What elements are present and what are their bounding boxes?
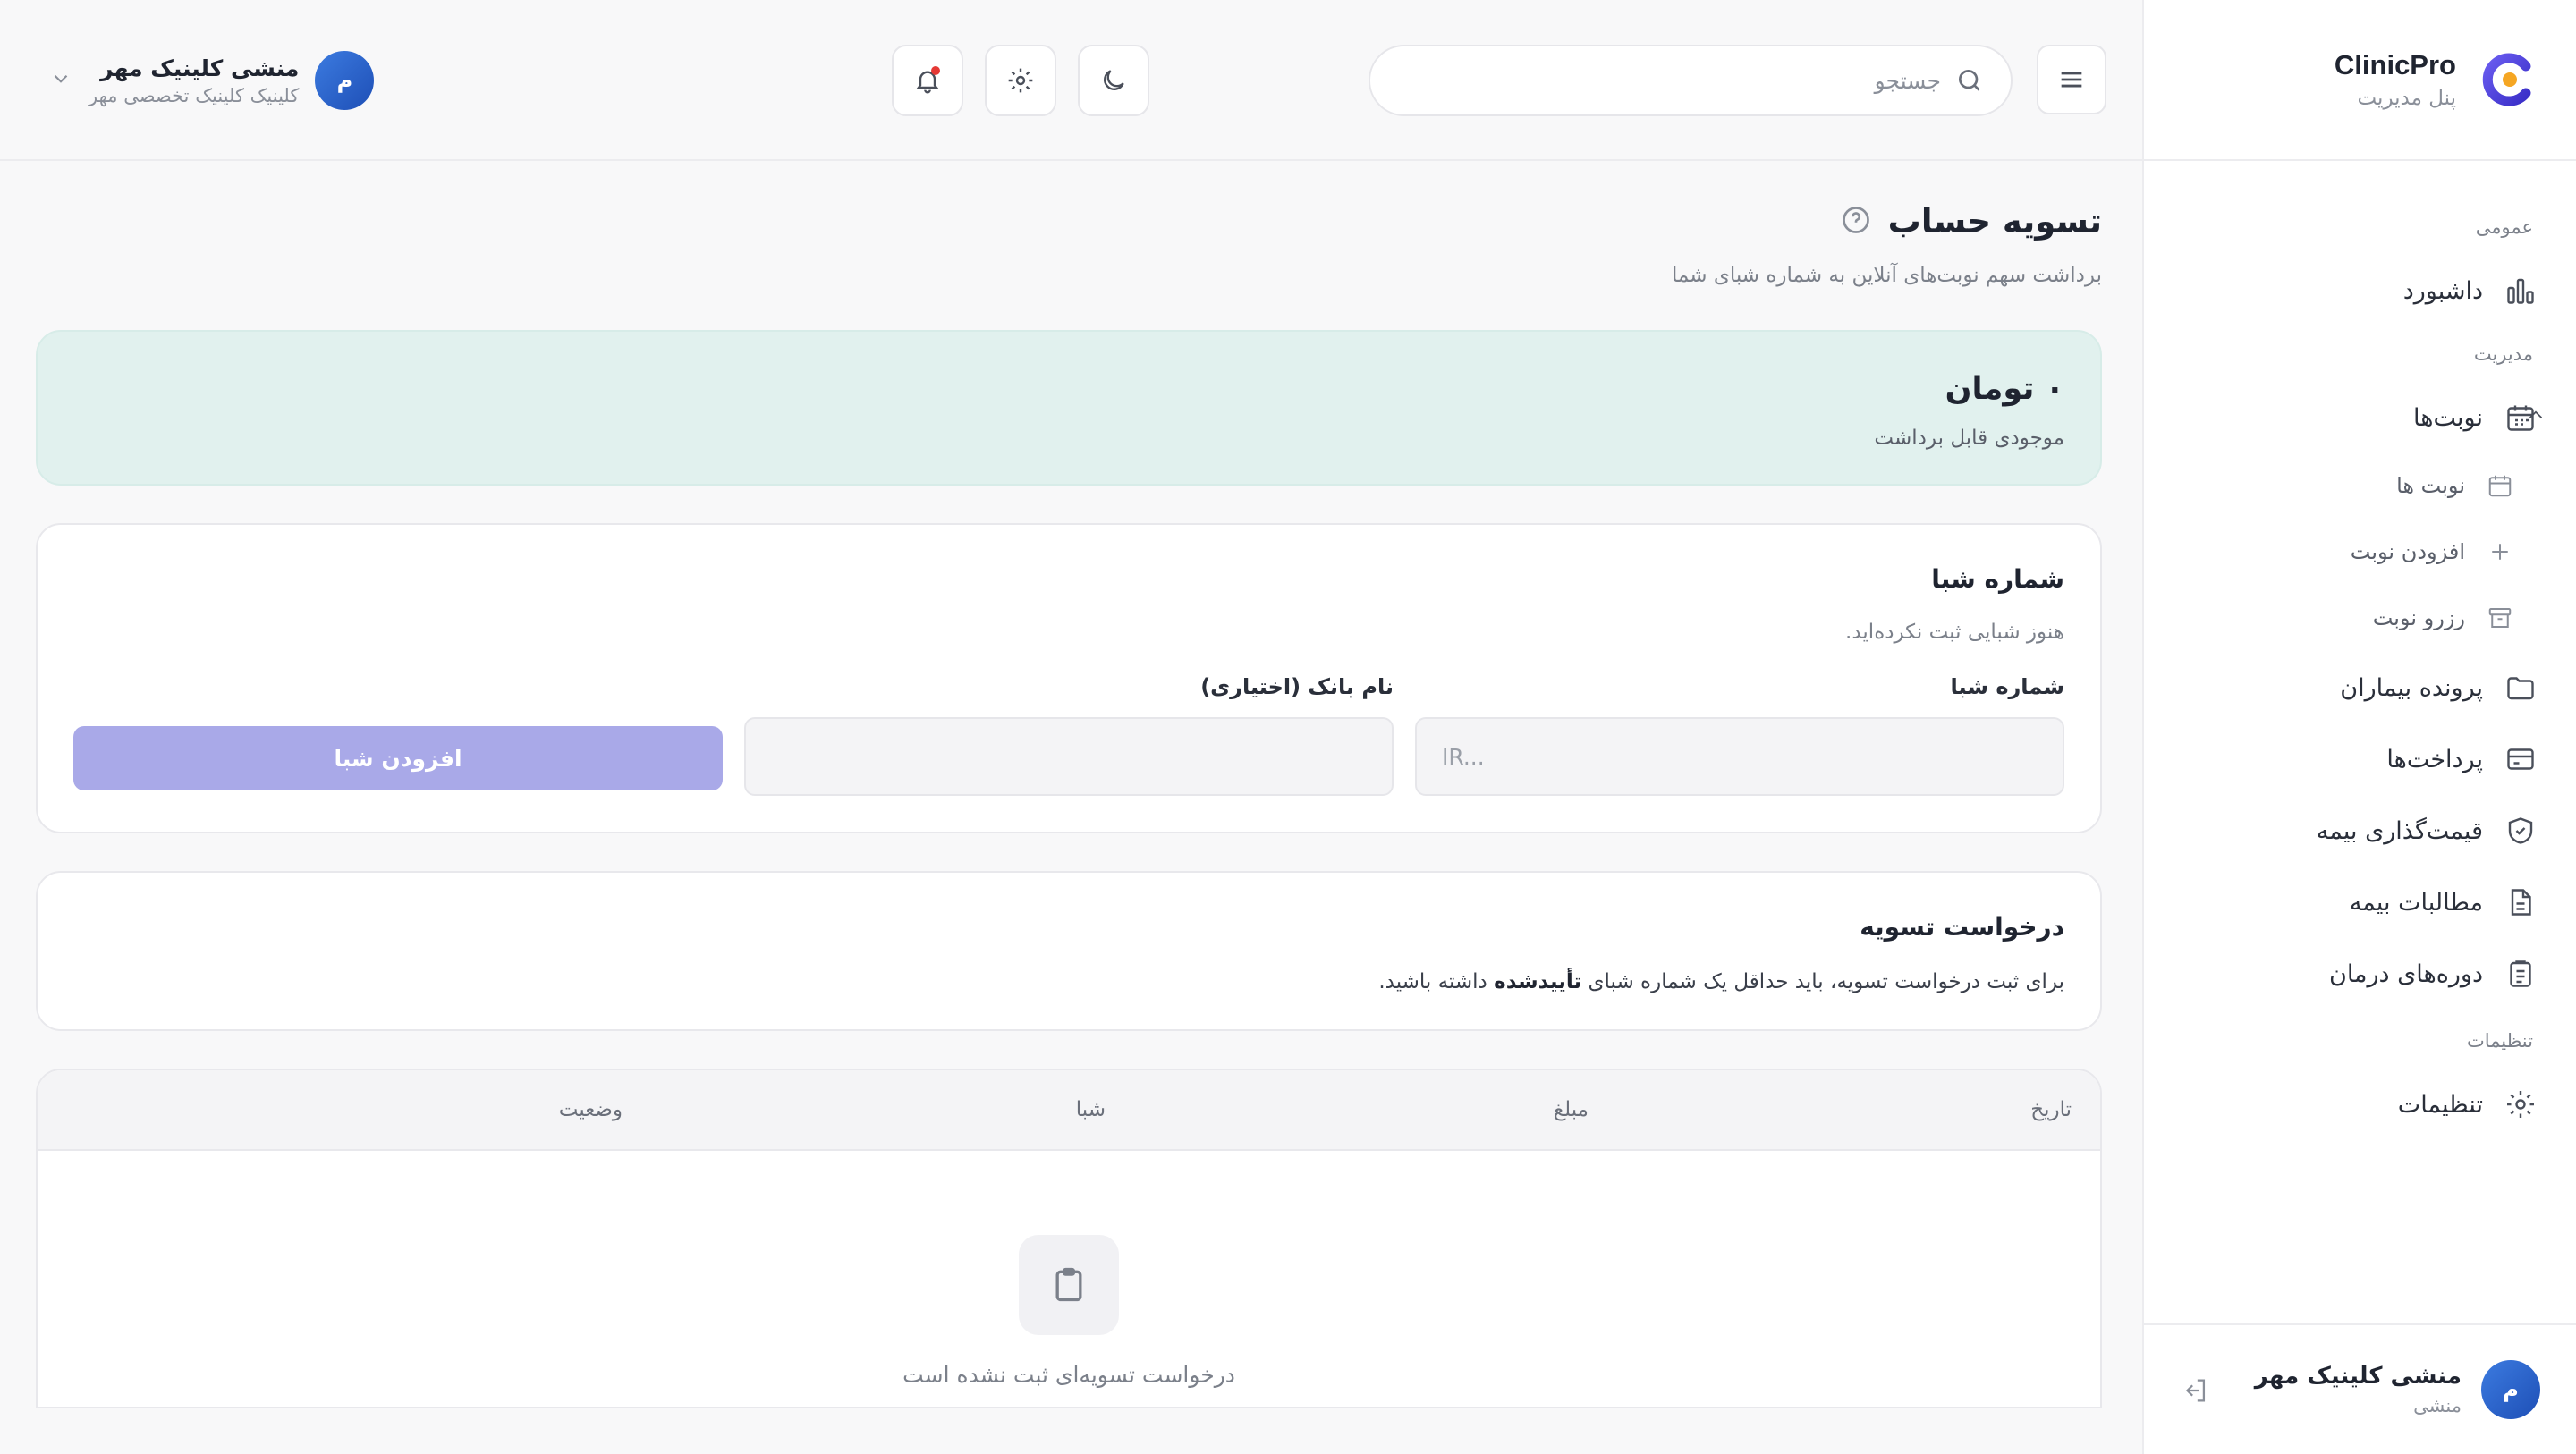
calendar-icon bbox=[2488, 475, 2512, 497]
settlement-request-card: درخواست تسویه برای ثبت درخواست تسویه، با… bbox=[36, 871, 2102, 1031]
avatar[interactable]: م bbox=[2481, 1360, 2540, 1419]
text-part: داشته باشید. bbox=[1378, 970, 1487, 993]
balance-amount: ۰ تومان bbox=[1945, 371, 2064, 407]
credit-card-icon bbox=[2507, 748, 2534, 770]
logout-icon[interactable] bbox=[2180, 1375, 2210, 1406]
page-title: تسویه حساب bbox=[1887, 202, 2102, 241]
sheba-card-title: شماره شبا bbox=[1931, 564, 2064, 594]
sidebar-item-appointments[interactable]: نوبت‌ها bbox=[2144, 392, 2576, 444]
plus-icon bbox=[2492, 544, 2508, 560]
add-sheba-button[interactable]: افزودن شبا bbox=[73, 726, 723, 790]
chevron-up-icon[interactable] bbox=[2524, 403, 2547, 433]
main-content: تسویه حساب برداشت سهم نوبت‌های آنلاین به… bbox=[36, 163, 2102, 1408]
balance-card: ۰ تومان موجودی قابل برداشت bbox=[36, 330, 2102, 486]
sidebar-item-insurance-claims[interactable]: مطالبات بیمه bbox=[2144, 876, 2576, 928]
sidebar-user-role: منشی bbox=[2413, 1395, 2462, 1416]
settings-button[interactable] bbox=[985, 45, 1056, 116]
avatar: م bbox=[315, 51, 375, 110]
gear-icon bbox=[2507, 1091, 2534, 1118]
sidebar-subitem-appointments-list[interactable]: نوبت ها bbox=[2144, 463, 2576, 508]
brand[interactable]: ClinicPro پنل مدیریت bbox=[2144, 0, 2576, 161]
clipboard-icon bbox=[1055, 1267, 1082, 1302]
search-input[interactable] bbox=[1370, 67, 1941, 94]
document-icon bbox=[2511, 889, 2531, 916]
empty-state-icon-box bbox=[1019, 1235, 1119, 1335]
archive-icon bbox=[2488, 608, 2512, 628]
sheba-label: شماره شبا bbox=[1950, 674, 2064, 699]
sidebar-subitem-label: رزرو نوبت bbox=[2372, 605, 2465, 630]
sidebar: ClinicPro پنل مدیریت عمومی داشبورد مدیری… bbox=[2142, 0, 2576, 1454]
sidebar-user: م منشی کلینیک مهر منشی bbox=[2144, 1323, 2576, 1454]
sidebar-nav: عمومی داشبورد مدیریت نوبت‌ها نوبت ها افز… bbox=[2144, 161, 2576, 1130]
sidebar-item-label: نوبت‌ها bbox=[2413, 403, 2483, 432]
sidebar-item-insurance-pricing[interactable]: قیمت‌گذاری بیمه bbox=[2144, 805, 2576, 857]
menu-toggle-button[interactable] bbox=[2037, 45, 2106, 114]
sidebar-user-name: منشی کلینیک مهر bbox=[2254, 1363, 2462, 1390]
settlement-table: تاریخ مبلغ شبا وضعیت درخواست تسویه‌ای ثب… bbox=[36, 1069, 2102, 1408]
gear-icon bbox=[1008, 68, 1033, 93]
sidebar-item-label: پرداخت‌ها bbox=[2386, 745, 2483, 773]
sidebar-item-label: مطالبات بیمه bbox=[2349, 888, 2483, 917]
text-part: برای ثبت درخواست تسویه، باید حداقل یک شم… bbox=[1588, 970, 2064, 993]
settlement-requirement-text: برای ثبت درخواست تسویه، باید حداقل یک شم… bbox=[73, 970, 2064, 993]
theme-toggle-button[interactable] bbox=[1078, 45, 1149, 116]
shield-check-icon bbox=[2508, 817, 2533, 844]
sheba-input[interactable] bbox=[1415, 717, 2064, 796]
bank-name-input[interactable] bbox=[744, 717, 1394, 796]
column-status: وضعیت bbox=[558, 1098, 623, 1121]
nav-section-management: مدیریت bbox=[2473, 343, 2533, 365]
sheba-field: شماره شبا bbox=[1415, 674, 2064, 796]
clinicpro-logo-icon bbox=[2482, 53, 2531, 106]
bank-name-label: نام بانک (اختیاری) bbox=[1200, 674, 1394, 699]
sheba-card: شماره شبا هنوز شبایی ثبت نکرده‌اید. شمار… bbox=[36, 523, 2102, 833]
sidebar-subitem-label: افزودن نوبت bbox=[2350, 539, 2465, 564]
chevron-down-icon[interactable] bbox=[49, 67, 72, 94]
search-bar[interactable] bbox=[1368, 45, 2012, 116]
header-user-clinic: کلینیک کلینیک تخصصی مهر bbox=[89, 84, 300, 106]
search-icon bbox=[1959, 70, 1980, 91]
settlement-card-title: درخواست تسویه bbox=[1860, 912, 2064, 942]
help-icon[interactable] bbox=[1840, 204, 1872, 240]
sidebar-item-dashboard[interactable]: داشبورد bbox=[2144, 265, 2576, 317]
nav-section-general: عمومی bbox=[2475, 216, 2533, 238]
moon-icon bbox=[1104, 70, 1124, 90]
folder-icon bbox=[2507, 677, 2534, 700]
brand-subtitle: پنل مدیریت bbox=[2357, 87, 2456, 110]
sidebar-item-label: پرونده بیماران bbox=[2340, 673, 2483, 702]
sidebar-item-label: دوره‌های درمان bbox=[2328, 959, 2483, 988]
column-sheba: شبا bbox=[1075, 1098, 1106, 1121]
top-header: م منشی کلینیک مهر کلینیک کلینیک تخصصی مه… bbox=[0, 0, 2142, 161]
sidebar-item-label: تنظیمات bbox=[2397, 1090, 2483, 1119]
sheba-empty-note: هنوز شبایی ثبت نکرده‌اید. bbox=[1845, 621, 2064, 644]
column-date: تاریخ bbox=[2030, 1098, 2072, 1121]
sidebar-subitem-reserve-appointment[interactable]: رزرو نوبت bbox=[2144, 596, 2576, 640]
notifications-button[interactable] bbox=[892, 45, 963, 116]
nav-section-settings: تنظیمات bbox=[2466, 1030, 2533, 1052]
sidebar-item-settings[interactable]: تنظیمات bbox=[2144, 1078, 2576, 1130]
notification-dot bbox=[931, 66, 940, 75]
sidebar-subitem-label: نوبت ها bbox=[2396, 473, 2465, 498]
brand-name: ClinicPro bbox=[2334, 49, 2456, 80]
hamburger-icon bbox=[2061, 72, 2082, 88]
header-user-name: منشی کلینیک مهر bbox=[100, 55, 300, 81]
column-amount: مبلغ bbox=[1553, 1098, 1589, 1121]
header-user-menu[interactable]: م منشی کلینیک مهر کلینیک کلینیک تخصصی مه… bbox=[49, 49, 375, 112]
bank-name-field: نام بانک (اختیاری) bbox=[744, 674, 1394, 796]
clipboard-list-icon bbox=[2510, 960, 2531, 987]
balance-label: موجودی قابل برداشت bbox=[1874, 427, 2064, 450]
sidebar-item-payments[interactable]: پرداخت‌ها bbox=[2144, 733, 2576, 785]
page-subtitle: برداشت سهم نوبت‌های آنلاین به شماره شبای… bbox=[1671, 264, 2102, 287]
sidebar-item-treatment-courses[interactable]: دوره‌های درمان bbox=[2144, 948, 2576, 1000]
table-header: تاریخ مبلغ شبا وضعیت bbox=[38, 1070, 2100, 1151]
bar-chart-icon bbox=[2507, 278, 2534, 304]
sidebar-item-label: داشبورد bbox=[2402, 276, 2483, 305]
empty-state: درخواست تسویه‌ای ثبت نشده است bbox=[38, 1151, 2100, 1388]
empty-state-text: درخواست تسویه‌ای ثبت نشده است bbox=[902, 1362, 1235, 1388]
text-bold: تأییدشده bbox=[1494, 970, 1582, 993]
sidebar-item-patients[interactable]: پرونده بیماران bbox=[2144, 662, 2576, 714]
sidebar-subitem-add-appointment[interactable]: افزودن نوبت bbox=[2144, 529, 2576, 574]
sidebar-item-label: قیمت‌گذاری بیمه bbox=[2316, 816, 2483, 845]
